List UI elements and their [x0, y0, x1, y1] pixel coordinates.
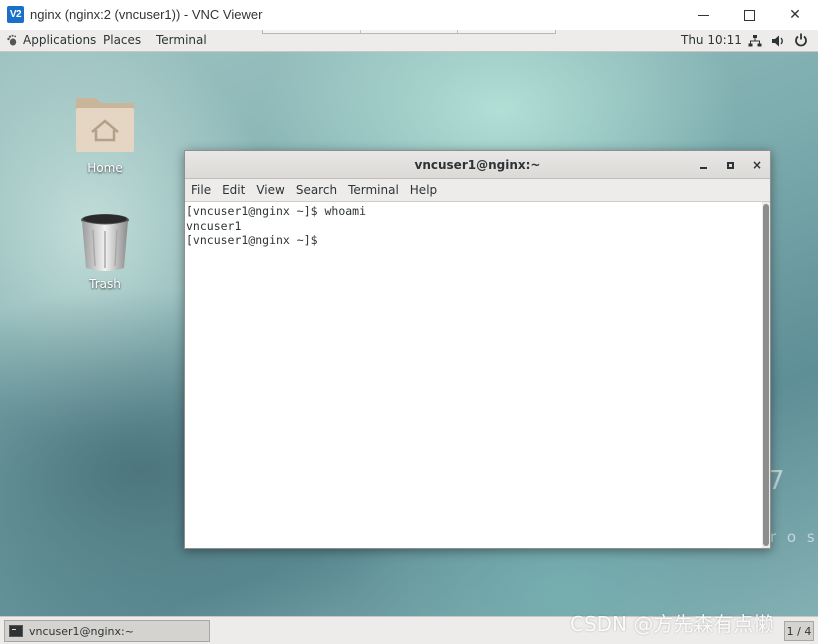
desktop-trash[interactable]: Trash: [65, 212, 145, 291]
terminal-window[interactable]: vncuser1@nginx:~ × File Edit View Search…: [184, 150, 771, 549]
menu-terminal[interactable]: Terminal: [348, 183, 399, 197]
terminal-menubar: File Edit View Search Terminal Help: [185, 179, 770, 202]
terminal-titlebar[interactable]: vncuser1@nginx:~ ×: [185, 151, 770, 179]
vnc-maximize-button[interactable]: [726, 0, 772, 30]
terminal-line: vncuser1: [186, 218, 242, 233]
taskbar-item-label: vncuser1@nginx:~: [29, 624, 134, 638]
home-label: Home: [87, 161, 123, 175]
menu-search[interactable]: Search: [296, 183, 337, 197]
trash-icon: [81, 214, 129, 271]
taskbar-terminal-item[interactable]: vncuser1@nginx:~: [4, 620, 210, 642]
menu-help[interactable]: Help: [410, 183, 437, 197]
home-folder-icon: [76, 98, 134, 152]
gnome-foot-icon: [7, 34, 17, 46]
menu-edit[interactable]: Edit: [222, 183, 245, 197]
terminal-scrollbar-thumb[interactable]: [763, 204, 769, 546]
minimize-icon: [699, 167, 707, 169]
clock[interactable]: Thu 10:11: [681, 33, 742, 47]
vnc-close-button[interactable]: ✕: [772, 0, 818, 30]
places-label: Places: [103, 33, 142, 47]
workspace-indicator[interactable]: 1 / 4: [784, 621, 814, 641]
vnc-minimize-button[interactable]: [680, 0, 726, 30]
minimize-icon: [697, 14, 709, 16]
applications-menu[interactable]: Applications: [6, 33, 96, 47]
maximize-icon: [726, 161, 734, 169]
volume-icon[interactable]: [771, 34, 785, 48]
power-icon[interactable]: [794, 33, 808, 47]
terminal-scrollbar[interactable]: [762, 202, 770, 548]
watermark: CSDN @方先森有点懒: [570, 612, 774, 636]
terminal-menu-label: Terminal: [156, 33, 207, 47]
close-icon: ✕: [789, 7, 801, 23]
places-menu[interactable]: Places: [103, 33, 141, 47]
terminal-output[interactable]: [vncuser1@nginx ~]$ whoami vncuser1 [vncus…: [185, 202, 762, 548]
vnc-window-title: nginx (nginx:2 (vncuser1)) - VNC Viewer: [30, 7, 263, 22]
network-wired-icon[interactable]: [748, 34, 762, 48]
terminal-icon: [9, 625, 23, 637]
desktop-home-folder[interactable]: Home: [65, 88, 145, 175]
terminal-minimize-button[interactable]: [695, 157, 711, 173]
menu-view[interactable]: View: [256, 183, 284, 197]
remote-desktop[interactable]: Applications Places Terminal Thu 10:11 H…: [0, 30, 818, 644]
vnc-logo-icon: V2: [7, 6, 24, 23]
gnome-top-bar: Applications Places Terminal Thu 10:11: [0, 30, 818, 52]
maximize-icon: [743, 9, 755, 21]
terminal-app-menu[interactable]: Terminal: [156, 33, 207, 47]
top-bar-notch: [262, 30, 556, 34]
terminal-title: vncuser1@nginx:~: [414, 158, 541, 172]
terminal-maximize-button[interactable]: [722, 157, 738, 173]
trash-label: Trash: [89, 277, 121, 291]
background-brand-fragment: r o s: [770, 528, 818, 546]
terminal-line: [vncuser1@nginx ~]$ whoami: [186, 204, 367, 218]
vnc-titlebar: V2 nginx (nginx:2 (vncuser1)) - VNC View…: [0, 0, 818, 30]
close-icon: ×: [751, 158, 763, 172]
terminal-line: [vncuser1@nginx ~]$: [186, 233, 325, 247]
terminal-close-button[interactable]: ×: [749, 157, 765, 173]
applications-label: Applications: [23, 33, 97, 47]
menu-file[interactable]: File: [191, 183, 211, 197]
